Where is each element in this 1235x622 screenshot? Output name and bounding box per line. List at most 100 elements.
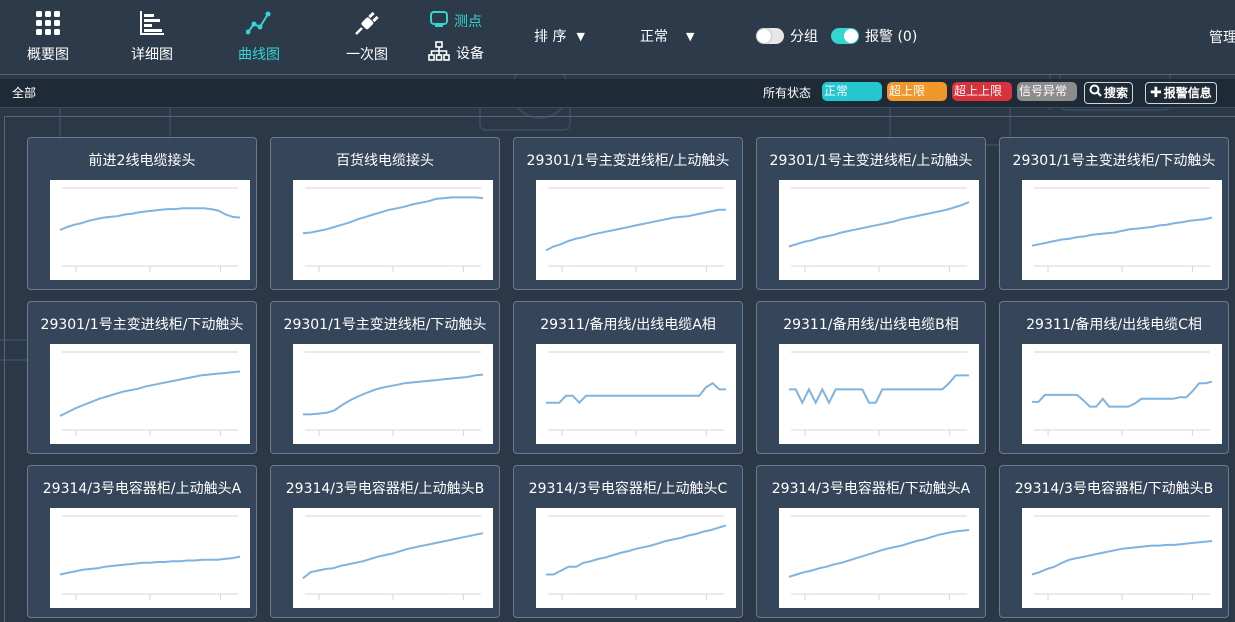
group-toggle-label: 分组 bbox=[790, 29, 818, 45]
series-line bbox=[1032, 380, 1213, 408]
curve-chart bbox=[1031, 515, 1213, 600]
nav-detail-label: 详细图 bbox=[131, 47, 173, 63]
curve-card[interactable]: 29301/1号主变进线柜/下动触头 bbox=[999, 137, 1229, 290]
curve-card[interactable]: 29301/1号主变进线柜/下动触头 bbox=[27, 301, 257, 454]
curve-plot bbox=[293, 508, 493, 608]
curve-card[interactable]: 29301/1号主变进线柜/上动触头 bbox=[756, 137, 986, 290]
curve-plot bbox=[50, 344, 250, 444]
chip-over-upper[interactable]: 超上限 bbox=[887, 82, 947, 101]
group-toggle[interactable]: 分组 bbox=[756, 26, 818, 46]
group-switch[interactable] bbox=[756, 28, 784, 44]
line-chart-icon bbox=[246, 8, 272, 38]
nav-curve-label: 曲线图 bbox=[238, 47, 280, 63]
manage-link[interactable]: 管理 bbox=[1209, 27, 1235, 47]
nav-overview-label: 概要图 bbox=[27, 47, 69, 63]
curve-plot bbox=[1022, 180, 1222, 280]
nav-overview[interactable]: 概要图 bbox=[18, 0, 78, 74]
curve-chart bbox=[789, 351, 969, 436]
curve-chart bbox=[59, 187, 241, 272]
device-tab[interactable]: 设备 bbox=[428, 41, 484, 65]
measure-point-label: 测点 bbox=[454, 14, 482, 30]
search-button-label: 搜索 bbox=[1104, 86, 1129, 100]
status-dropdown-label: 正常 bbox=[640, 29, 668, 45]
curve-card-title: 29314/3号电容器柜/下动触头A bbox=[771, 481, 971, 497]
curve-card[interactable]: 29314/3号电容器柜/下动触头B bbox=[999, 465, 1229, 618]
curve-plot bbox=[779, 180, 979, 280]
nav-curve[interactable]: 曲线图 bbox=[229, 0, 289, 74]
series-line bbox=[59, 207, 241, 232]
grid-icon bbox=[35, 8, 61, 38]
alarm-toggle[interactable]: 报警 (0) bbox=[831, 26, 917, 46]
chip-signal-abnormal[interactable]: 信号异常 bbox=[1017, 82, 1077, 101]
curve-card[interactable]: 29314/3号电容器柜/上动触头A bbox=[27, 465, 257, 618]
nav-primary-diagram[interactable]: 一次图 bbox=[337, 0, 397, 74]
curve-card[interactable]: 29314/3号电容器柜/下动触头A bbox=[756, 465, 986, 618]
curve-card[interactable]: 29314/3号电容器柜/上动触头B bbox=[270, 465, 500, 618]
curve-chart bbox=[59, 351, 241, 436]
curve-plot bbox=[536, 180, 736, 280]
status-filter-label: 所有状态 bbox=[763, 86, 812, 100]
curve-card-title: 29301/1号主变进线柜/下动触头 bbox=[283, 317, 487, 333]
alarm-switch[interactable] bbox=[831, 28, 859, 44]
curve-card-title: 29311/备用线/出线电缆B相 bbox=[783, 317, 959, 333]
top-navigation: 概要图 详细图 曲线图 一次图 测点 设备 排 序 ▼ 正常 ▼ 分组 报警 (… bbox=[0, 0, 1235, 75]
sort-dropdown[interactable]: 排 序 ▼ bbox=[534, 26, 585, 46]
series-line bbox=[59, 370, 241, 417]
monitor-icon bbox=[430, 11, 448, 31]
curve-card[interactable]: 前进2线电缆接头 bbox=[27, 137, 257, 290]
plus-icon: ✚ bbox=[1150, 85, 1162, 101]
curve-card-title: 29301/1号主变进线柜/下动触头 bbox=[40, 317, 244, 333]
curve-card[interactable]: 29311/备用线/出线电缆C相 bbox=[999, 301, 1229, 454]
curve-card-title: 29314/3号电容器柜/下动触头B bbox=[1014, 481, 1214, 497]
curve-card-title: 29301/1号主变进线柜/下动触头 bbox=[1012, 153, 1216, 169]
curve-card-title: 29311/备用线/出线电缆A相 bbox=[540, 317, 716, 333]
caret-down-icon: ▼ bbox=[686, 29, 695, 43]
series-line bbox=[546, 381, 726, 405]
org-tree-icon bbox=[428, 41, 450, 65]
curve-card[interactable]: 29301/1号主变进线柜/下动触头 bbox=[270, 301, 500, 454]
chip-normal[interactable]: 正常 bbox=[822, 82, 882, 101]
all-filter[interactable]: 全部 bbox=[12, 84, 36, 101]
nav-primary-diagram-label: 一次图 bbox=[346, 47, 388, 63]
series-line bbox=[545, 208, 726, 252]
curve-card-title: 29301/1号主变进线柜/上动触头 bbox=[526, 153, 730, 169]
curve-chart bbox=[1032, 351, 1213, 436]
alarm-toggle-label: 报警 (0) bbox=[865, 29, 918, 45]
series-line bbox=[302, 532, 484, 580]
series-line bbox=[788, 201, 970, 248]
filter-bar: 全部 所有状态 正常 超上限 超上上限 信号异常 搜索 ✚ 报警信息 bbox=[0, 79, 1235, 108]
curve-chart bbox=[546, 515, 727, 600]
plug-icon bbox=[354, 8, 380, 38]
chip-over-upper-upper[interactable]: 超上上限 bbox=[952, 82, 1012, 101]
curve-chart bbox=[546, 351, 726, 436]
curve-chart bbox=[545, 187, 726, 272]
curve-plot bbox=[779, 508, 979, 608]
curve-plot bbox=[536, 344, 736, 444]
bar-detail-icon bbox=[139, 8, 165, 38]
status-dropdown[interactable]: 正常 ▼ bbox=[640, 26, 694, 46]
curve-plot bbox=[779, 344, 979, 444]
curve-plot bbox=[1022, 508, 1222, 608]
alarm-info-button[interactable]: ✚ 报警信息 bbox=[1145, 82, 1217, 104]
caret-down-icon: ▼ bbox=[576, 29, 585, 43]
curve-card[interactable]: 百货线电缆接头 bbox=[270, 137, 500, 290]
curve-plot bbox=[50, 508, 250, 608]
curve-card[interactable]: 29301/1号主变进线柜/上动触头 bbox=[513, 137, 743, 290]
curve-plot bbox=[536, 508, 736, 608]
search-button[interactable]: 搜索 bbox=[1084, 82, 1134, 104]
curve-plot bbox=[1022, 344, 1222, 444]
curve-chart bbox=[788, 187, 970, 272]
alarm-info-label: 报警信息 bbox=[1163, 86, 1212, 100]
curve-card[interactable]: 29311/备用线/出线电缆A相 bbox=[513, 301, 743, 454]
curve-chart bbox=[788, 515, 970, 600]
series-line bbox=[788, 529, 970, 578]
curve-card[interactable]: 29314/3号电容器柜/上动触头C bbox=[513, 465, 743, 618]
curve-card-title: 29301/1号主变进线柜/上动触头 bbox=[769, 153, 973, 169]
measure-point-tab[interactable]: 测点 bbox=[430, 11, 482, 31]
series-line bbox=[59, 555, 241, 576]
curve-chart bbox=[59, 515, 241, 600]
curve-card-title: 29314/3号电容器柜/上动触头C bbox=[528, 481, 728, 497]
curve-card[interactable]: 29311/备用线/出线电缆B相 bbox=[756, 301, 986, 454]
series-line bbox=[1031, 216, 1213, 247]
nav-detail[interactable]: 详细图 bbox=[122, 0, 182, 74]
